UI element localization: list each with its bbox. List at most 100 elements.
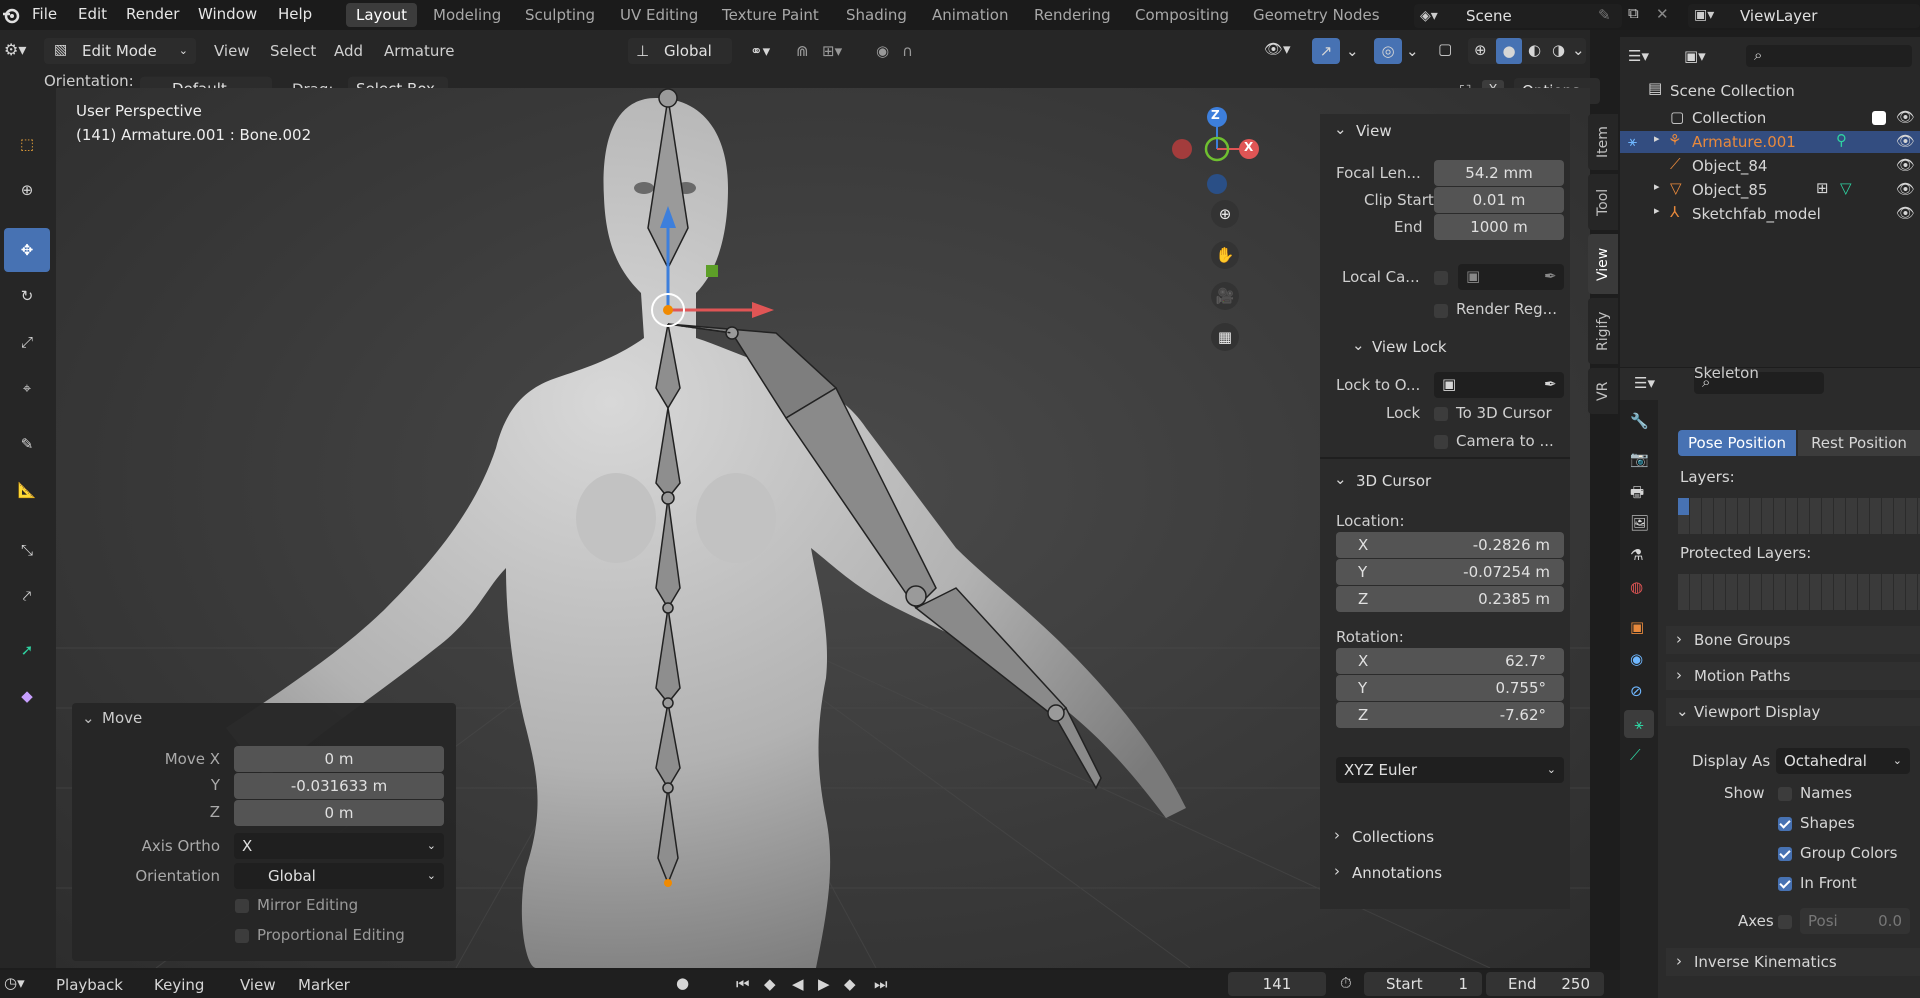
pin-icon[interactable]: ✎ bbox=[1598, 6, 1611, 24]
tab-sculpting[interactable]: Sculpting bbox=[525, 6, 595, 24]
transform-tool-icon[interactable]: ⌖ bbox=[4, 366, 50, 410]
eye-icon[interactable]: 👁 bbox=[1896, 108, 1915, 126]
tab-animation[interactable]: Animation bbox=[932, 6, 1008, 24]
header-menu-armature[interactable]: Armature bbox=[384, 42, 454, 60]
clip-start-field[interactable]: 0.01 m bbox=[1434, 187, 1564, 213]
proportional-editing-checkbox[interactable] bbox=[235, 929, 249, 943]
display-mode-icon[interactable]: ▣▾ bbox=[1684, 47, 1706, 65]
collections-section[interactable]: › Collections bbox=[1320, 826, 1570, 850]
tab-tool[interactable]: Tool bbox=[1588, 174, 1618, 230]
tool-settings-tab-icon[interactable]: 🔧 bbox=[1630, 412, 1649, 430]
tab-modeling[interactable]: Modeling bbox=[433, 6, 501, 24]
snap-target-icon[interactable]: ⊞▾ bbox=[822, 42, 842, 60]
close-scene-icon[interactable]: ✕ bbox=[1656, 5, 1669, 23]
move-y-field[interactable]: -0.031633 m bbox=[234, 773, 444, 799]
header-menu-add[interactable]: Add bbox=[334, 42, 363, 60]
rest-position-button[interactable]: Rest Position bbox=[1798, 430, 1920, 456]
expand-arrow-icon[interactable]: ▸ bbox=[1654, 180, 1660, 193]
cursor-tool-icon[interactable]: ⊕ bbox=[4, 168, 50, 212]
next-keyframe-icon[interactable]: ◆ bbox=[844, 975, 856, 993]
header-menu-select[interactable]: Select bbox=[270, 42, 316, 60]
outliner-row-object84[interactable]: ⟋ Object_84 👁 bbox=[1620, 155, 1920, 177]
chevron-down-icon[interactable]: ⌄ bbox=[82, 709, 95, 727]
gizmo-toggle-icon[interactable]: ↗ bbox=[1312, 38, 1340, 64]
blender-logo-icon[interactable] bbox=[2, 6, 20, 24]
tab-compositing[interactable]: Compositing bbox=[1135, 6, 1229, 24]
rendered-shading-icon[interactable]: ◑ bbox=[1552, 41, 1565, 59]
snap-icon[interactable]: ⋒ bbox=[796, 42, 809, 60]
tab-layout[interactable]: Layout bbox=[346, 3, 417, 27]
ortho-grid-icon[interactable]: ▦ bbox=[1211, 323, 1239, 351]
outliner-row-object85[interactable]: ▸ ▽ Object_85 ⊞ ▽ 👁 bbox=[1620, 179, 1920, 201]
inverse-kinematics-panel[interactable]: › Inverse Kinematics bbox=[1666, 948, 1920, 976]
new-scene-icon[interactable]: ⧉ bbox=[1628, 4, 1639, 22]
group-colors-checkbox[interactable] bbox=[1778, 847, 1792, 861]
view-layer-tab-icon[interactable]: 🖼 bbox=[1630, 514, 1649, 532]
cursor-rot-y-field[interactable]: Y 0.755° bbox=[1336, 675, 1564, 701]
tab-rendering[interactable]: Rendering bbox=[1034, 6, 1111, 24]
outliner-editor-icon[interactable]: ☰▾ bbox=[1628, 47, 1649, 65]
measure-tool-icon[interactable]: 📐 bbox=[4, 468, 50, 512]
jump-end-icon[interactable]: ⏭ bbox=[874, 975, 888, 993]
tab-view[interactable]: View bbox=[1588, 234, 1618, 294]
outliner-row-armature[interactable]: ⚹ ▸ ⚘ Armature.001 ⚲ 👁 bbox=[1620, 131, 1920, 153]
shapes-checkbox[interactable] bbox=[1778, 817, 1792, 831]
render-tab-icon[interactable]: 📷 bbox=[1630, 450, 1649, 468]
lock-3d-cursor-checkbox[interactable] bbox=[1434, 407, 1448, 421]
viewlayer-selector[interactable]: ViewLayer bbox=[1688, 4, 1920, 28]
camera-view-icon[interactable]: 🎥 bbox=[1211, 282, 1239, 310]
cursor-rot-z-field[interactable]: Z -7.62° bbox=[1336, 702, 1564, 728]
axes-checkbox[interactable] bbox=[1778, 915, 1792, 929]
bone-envelope-tool-icon[interactable]: ◆ bbox=[4, 674, 50, 718]
constraints-tab-icon[interactable]: ⊘ bbox=[1630, 682, 1643, 700]
eyedropper-icon[interactable]: ✒ bbox=[1544, 267, 1557, 285]
chevron-down-icon[interactable]: ⌄ bbox=[1334, 470, 1347, 488]
chevron-down-icon[interactable]: ⌄ bbox=[1352, 336, 1365, 354]
falloff-icon[interactable]: ∩ bbox=[902, 42, 913, 60]
chevron-down-icon[interactable]: ⌄ bbox=[1406, 42, 1419, 60]
play-icon[interactable]: ▶ bbox=[818, 975, 830, 993]
tab-shading[interactable]: Shading bbox=[846, 6, 907, 24]
move-x-field[interactable]: 0 m bbox=[234, 746, 444, 772]
layers-grid[interactable] bbox=[1678, 498, 1920, 534]
menu-window[interactable]: Window bbox=[198, 5, 257, 23]
playback-menu[interactable]: Playback bbox=[56, 976, 123, 994]
move-tool-icon[interactable]: ✥ bbox=[4, 228, 50, 272]
tab-uv-editing[interactable]: UV Editing bbox=[620, 6, 698, 24]
overlays-toggle-icon[interactable]: ◎ bbox=[1374, 38, 1402, 64]
pose-position-button[interactable]: Pose Position bbox=[1678, 430, 1796, 456]
select-box-tool-icon[interactable]: ⬚ bbox=[4, 122, 50, 166]
menu-help[interactable]: Help bbox=[278, 5, 312, 23]
cursor-loc-z-field[interactable]: Z 0.2385 m bbox=[1336, 586, 1564, 612]
scale-tool-icon[interactable]: ⤢ bbox=[4, 320, 50, 364]
world-tab-icon[interactable]: ◍ bbox=[1630, 578, 1643, 596]
expand-arrow-icon[interactable]: ▸ bbox=[1654, 132, 1660, 145]
axis-ortho-selector[interactable]: X ⌄ bbox=[234, 833, 444, 859]
mirror-editing-checkbox[interactable] bbox=[235, 899, 249, 913]
keying-menu[interactable]: Keying bbox=[154, 976, 204, 994]
armature-data-tab-icon[interactable]: ⚹ bbox=[1624, 710, 1654, 738]
material-shading-icon[interactable]: ◐ bbox=[1528, 41, 1541, 59]
motion-paths-panel[interactable]: › Motion Paths bbox=[1666, 662, 1920, 690]
chevron-down-icon[interactable]: ⌄ bbox=[1346, 42, 1359, 60]
play-reverse-icon[interactable]: ◀ bbox=[792, 975, 804, 993]
render-region-checkbox[interactable] bbox=[1434, 304, 1448, 318]
display-as-selector[interactable]: Octahedral ⌄ bbox=[1776, 748, 1910, 774]
outliner-search-input[interactable] bbox=[1746, 45, 1912, 67]
lock-camera-checkbox[interactable] bbox=[1434, 435, 1448, 449]
eye-icon[interactable]: 👁 bbox=[1896, 204, 1915, 222]
clip-end-field[interactable]: 1000 m bbox=[1434, 214, 1564, 240]
record-icon[interactable]: ● bbox=[676, 974, 689, 992]
chevron-down-icon[interactable]: ⌄ bbox=[1334, 120, 1347, 138]
bone-tail-point[interactable] bbox=[664, 879, 672, 887]
stopwatch-icon[interactable]: ⏱ bbox=[1340, 974, 1352, 992]
properties-editor-icon[interactable]: ☰▾ bbox=[1634, 374, 1655, 392]
tab-texture-paint[interactable]: Texture Paint bbox=[722, 6, 819, 24]
annotate-tool-icon[interactable]: ✎ bbox=[4, 422, 50, 466]
in-front-checkbox[interactable] bbox=[1778, 877, 1792, 891]
output-tab-icon[interactable]: 🖶 bbox=[1630, 482, 1644, 507]
eye-icon[interactable]: 👁 bbox=[1896, 132, 1915, 150]
jump-start-icon[interactable]: ⏮ bbox=[736, 975, 750, 993]
eyedropper-icon[interactable]: ✒ bbox=[1544, 375, 1557, 393]
object-tab-icon[interactable]: ▣ bbox=[1630, 618, 1644, 636]
